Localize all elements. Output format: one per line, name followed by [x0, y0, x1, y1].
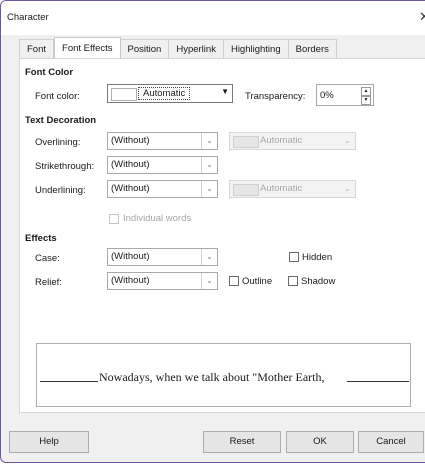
chevron-down-icon: ⌄ [201, 157, 217, 173]
character-dialog: Character ✕ Font Font Effects Position H… [0, 0, 425, 463]
individual-words-checkbox[interactable] [109, 214, 119, 224]
tab-highlighting[interactable]: Highlighting [223, 39, 289, 58]
relief-value: (Without) [111, 275, 150, 286]
spin-down-icon[interactable]: ▼ [361, 96, 371, 105]
overlining-color-dropdown[interactable]: Automatic ⌄ [229, 132, 356, 150]
overlining-value: (Without) [111, 135, 150, 146]
tab-bar: Font Font Effects Position Hyperlink Hig… [19, 37, 337, 59]
tab-borders[interactable]: Borders [288, 39, 337, 58]
chevron-down-icon: ⌄ [344, 184, 351, 193]
text-decoration-header: Text Decoration [25, 115, 97, 126]
cancel-label: Cancel [376, 436, 406, 447]
font-color-label: Font color: [35, 91, 80, 102]
ok-label: OK [313, 436, 327, 447]
hidden-label: Hidden [302, 252, 333, 263]
strikethrough-dropdown[interactable]: (Without) ⌄ [107, 156, 218, 174]
tab-font[interactable]: Font [19, 39, 55, 58]
overlining-color-value: Automatic [260, 135, 303, 146]
effects-header: Effects [25, 233, 57, 244]
chevron-down-icon: ⌄ [344, 136, 351, 145]
close-icon[interactable]: ✕ [419, 9, 425, 25]
tab-hyperlink[interactable]: Hyperlink [169, 39, 224, 58]
underlining-color-dropdown[interactable]: Automatic ⌄ [229, 180, 356, 198]
reset-button[interactable]: Reset [203, 431, 281, 453]
font-effects-panel: Font Color Font color: Automatic ▼ Trans… [19, 58, 425, 413]
case-value: (Without) [111, 251, 150, 262]
transparency-label: Transparency: [245, 91, 306, 102]
transparency-value: 0% [320, 90, 334, 101]
font-color-dropdown[interactable]: Automatic ▼ [107, 84, 233, 103]
relief-dropdown[interactable]: (Without) ⌄ [107, 272, 218, 290]
relief-label: Relief: [35, 277, 62, 288]
title-bar: Character ✕ [1, 1, 425, 35]
help-label: Help [39, 436, 59, 447]
help-button[interactable]: Help [9, 431, 89, 453]
preview-baseline-right [347, 381, 409, 382]
reset-label: Reset [229, 436, 255, 447]
color-swatch [111, 88, 137, 101]
tab-font-effects[interactable]: Font Effects [54, 37, 121, 58]
overlining-label: Overlining: [35, 137, 81, 148]
ok-button[interactable]: OK [286, 431, 354, 453]
underlining-label: Underlining: [35, 185, 86, 196]
hidden-checkbox[interactable] [289, 252, 299, 262]
outline-checkbox[interactable] [229, 276, 239, 286]
chevron-down-icon: ⌄ [201, 133, 217, 149]
color-swatch [233, 136, 259, 148]
chevron-down-icon: ▼ [221, 87, 229, 96]
strikethrough-value: (Without) [111, 159, 150, 170]
preview-box: Nowadays, when we talk about "Mother Ear… [36, 343, 411, 407]
outline-label: Outline [242, 276, 273, 287]
underlining-color-value: Automatic [260, 183, 303, 194]
individual-words-label: Individual words [123, 213, 192, 224]
underlining-dropdown[interactable]: (Without) ⌄ [107, 180, 218, 198]
font-color-value: Automatic [138, 87, 191, 100]
overlining-dropdown[interactable]: (Without) ⌄ [107, 132, 218, 150]
case-dropdown[interactable]: (Without) ⌄ [107, 248, 218, 266]
font-color-header: Font Color [25, 67, 74, 78]
tab-position[interactable]: Position [120, 39, 170, 58]
case-label: Case: [35, 253, 60, 264]
preview-baseline-left [40, 381, 98, 382]
shadow-checkbox[interactable] [288, 276, 298, 286]
preview-text: Nowadays, when we talk about "Mother Ear… [99, 370, 325, 384]
chevron-down-icon: ⌄ [201, 273, 217, 289]
shadow-label: Shadow [301, 276, 336, 287]
chevron-down-icon: ⌄ [201, 181, 217, 197]
window-title: Character [7, 12, 49, 23]
transparency-spinbox[interactable]: 0% ▲ ▼ [316, 84, 374, 106]
cancel-button[interactable]: Cancel [358, 431, 424, 453]
color-swatch [233, 184, 259, 196]
underlining-value: (Without) [111, 183, 150, 194]
strikethrough-label: Strikethrough: [35, 161, 95, 172]
spin-up-icon[interactable]: ▲ [361, 87, 371, 96]
chevron-down-icon: ⌄ [201, 249, 217, 265]
